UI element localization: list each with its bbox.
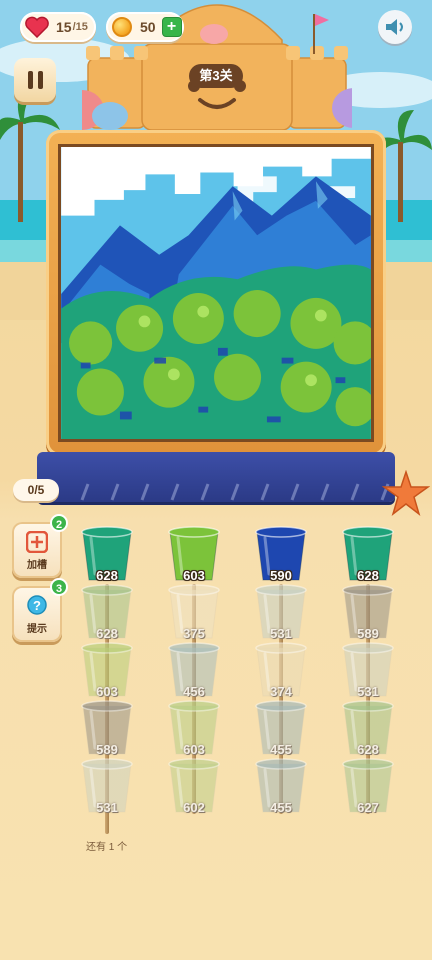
cup-count: 531 (270, 626, 292, 641)
add-slot-label: 加槽 (27, 560, 47, 571)
cup-count: 628 (96, 626, 118, 641)
stacked-cup: 603 (166, 698, 222, 758)
progress-indicator: 0/5 (13, 479, 59, 501)
top-cup[interactable]: 603 (166, 524, 222, 584)
starfish-icon (382, 470, 430, 516)
stacked-cup: 589 (79, 698, 135, 758)
cup-count: 602 (183, 800, 205, 815)
remaining-count: 还有 1 个 (86, 842, 128, 853)
lives-value: 15 (56, 19, 72, 35)
stacked-cup: 531 (79, 756, 135, 816)
cup-count: 590 (270, 568, 292, 583)
stacked-cup: 455 (253, 698, 309, 758)
pause-button[interactable] (14, 58, 56, 102)
cup-count: 589 (357, 626, 379, 641)
pause-icon (27, 71, 33, 89)
stacked-cup: 628 (79, 582, 135, 642)
question-icon: ? (27, 595, 47, 615)
cup-count: 603 (183, 568, 205, 583)
stacked-cup: 627 (340, 756, 396, 816)
cup-count: 375 (183, 626, 205, 641)
hint-label: 提示 (27, 624, 47, 635)
plus-square-icon (26, 531, 48, 553)
cup-count: 628 (96, 568, 118, 583)
stacked-cup: 456 (166, 640, 222, 700)
cup-count: 374 (270, 684, 292, 699)
cup-count: 455 (270, 742, 292, 757)
stacked-cup: 531 (253, 582, 309, 642)
cup-count: 628 (357, 742, 379, 757)
coins-value: 50 (140, 19, 156, 35)
coin-icon (112, 17, 132, 37)
top-cup[interactable]: 628 (79, 524, 135, 584)
cup-count: 589 (96, 742, 118, 757)
pixel-artwork (58, 144, 374, 442)
stacked-cup: 589 (340, 582, 396, 642)
add-coins-button[interactable]: + (161, 17, 182, 37)
stacked-cup: 603 (79, 640, 135, 700)
cup-count: 531 (357, 684, 379, 699)
speaker-icon (386, 19, 403, 35)
level-badge: 第3关 (189, 64, 243, 88)
stacked-cup: 455 (253, 756, 309, 816)
sound-toggle-button[interactable] (378, 10, 412, 44)
hint-button[interactable]: ? 提示 3 (12, 578, 68, 642)
stacked-cup: 602 (166, 756, 222, 816)
add-slot-button[interactable]: 加槽 2 (12, 514, 68, 578)
lives-max: /15 (72, 21, 88, 33)
stacked-cup: 375 (166, 582, 222, 642)
svg-text:?: ? (33, 598, 41, 613)
cup-count: 628 (357, 568, 379, 583)
top-cup[interactable]: 590 (253, 524, 309, 584)
top-cup[interactable]: 628 (340, 524, 396, 584)
cup-count: 603 (183, 742, 205, 757)
lives-counter[interactable]: 15 /15 (20, 12, 96, 42)
heart-icon (25, 16, 49, 38)
stacked-cup: 628 (340, 698, 396, 758)
cup-count: 455 (270, 800, 292, 815)
cup-count: 456 (183, 684, 205, 699)
cup-count: 603 (96, 684, 118, 699)
hint-count: 3 (50, 578, 68, 596)
add-slot-count: 2 (50, 514, 68, 532)
stacked-cup: 531 (340, 640, 396, 700)
cup-count: 627 (357, 800, 379, 815)
stand-stripes (80, 483, 390, 501)
stacked-cup: 374 (253, 640, 309, 700)
coins-counter: 50 + (106, 12, 184, 42)
cup-count: 531 (96, 800, 118, 815)
